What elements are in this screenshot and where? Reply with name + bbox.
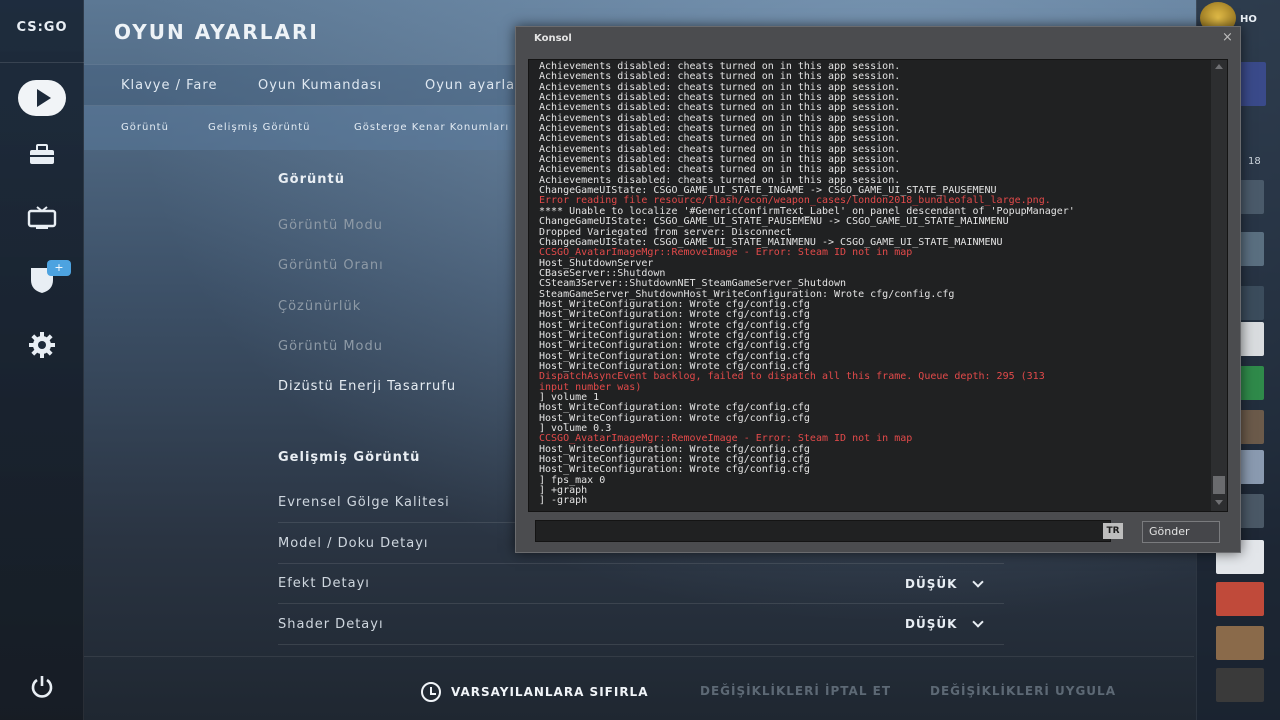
cancel-changes-button[interactable]: DEĞİŞİKLİKLERİ İPTAL ET: [700, 684, 891, 698]
console-line: CCSGO_AvatarImageMgr::RemoveImage - Erro…: [539, 247, 913, 259]
page-title: OYUN AYARLARI: [114, 20, 319, 44]
operation-button[interactable]: +: [17, 258, 71, 300]
console-command-input[interactable]: [535, 520, 1111, 542]
row-divider: [278, 563, 1004, 564]
tv-icon: [27, 206, 57, 229]
setting-resolution[interactable]: Çözünürlük: [278, 299, 361, 314]
send-button[interactable]: Gönder: [1142, 521, 1220, 543]
console-title: Konsol: [534, 33, 572, 44]
console-window[interactable]: Konsol × Achievements disabled: cheats t…: [515, 26, 1241, 553]
setting-shader-detail[interactable]: Shader Detayı: [278, 617, 384, 632]
chevron-down-icon[interactable]: [972, 616, 984, 628]
console-line: ] fps_max 0: [539, 474, 606, 486]
reset-defaults-label: VARSAYILANLARA SIFIRLA: [451, 685, 649, 699]
console-scrollbar[interactable]: [1211, 60, 1227, 511]
apply-changes-button[interactable]: DEĞİŞİKLİKLERİ UYGULA: [930, 684, 1116, 698]
watch-button[interactable]: [17, 197, 67, 239]
year-text: 18: [1248, 156, 1261, 167]
left-nav: CS:GO +: [0, 0, 84, 720]
quit-button[interactable]: [17, 666, 67, 708]
friend-avatar[interactable]: [1216, 668, 1264, 702]
settings-button[interactable]: [17, 324, 67, 366]
console-line: ChangeGameUIState: CSGO_GAME_UI_STATE_PA…: [539, 216, 1009, 228]
scroll-down-icon[interactable]: [1215, 500, 1223, 505]
setting-aspect-ratio[interactable]: Görüntü Oranı: [278, 258, 384, 273]
console-line: CSteam3Server::ShutdownNET_SteamGameServ…: [539, 278, 847, 290]
briefcase-icon: [30, 144, 54, 164]
bottom-action-bar: VARSAYILANLARA SIFIRLA DEĞİŞİKLİKLERİ İP…: [84, 656, 1194, 720]
reset-defaults-button[interactable]: VARSAYILANLARA SIFIRLA: [421, 682, 649, 702]
history-icon: [421, 682, 441, 702]
close-icon[interactable]: ×: [1222, 30, 1233, 45]
scrollbar-thumb[interactable]: [1213, 476, 1225, 494]
setting-global-shadow-quality[interactable]: Evrensel Gölge Kalitesi: [278, 495, 450, 510]
setting-model-texture-detail[interactable]: Model / Doku Detayı: [278, 536, 429, 551]
friend-avatar[interactable]: [1216, 582, 1264, 616]
friend-avatar[interactable]: [1216, 626, 1264, 660]
subtab-advanced-display[interactable]: Gelişmiş Görüntü: [208, 122, 311, 133]
tab-game-settings[interactable]: Oyun ayarla: [425, 78, 515, 93]
subtab-display[interactable]: Görüntü: [121, 122, 169, 133]
chevron-down-icon[interactable]: [972, 576, 984, 588]
console-line: ] +graph: [539, 485, 588, 497]
setting-laptop-power-saving[interactable]: Dizüstü Enerji Tasarrufu: [278, 379, 456, 394]
tab-controller[interactable]: Oyun Kumandası: [258, 78, 382, 93]
section-title-advanced: Gelişmiş Görüntü: [278, 450, 421, 465]
console-line: Host_WriteConfiguration: Wrote cfg/confi…: [539, 412, 810, 424]
app-logo: CS:GO: [16, 20, 68, 35]
effect-detail-value[interactable]: DÜŞÜK: [905, 577, 957, 591]
console-log: Achievements disabled: cheats turned on …: [539, 61, 1211, 507]
gear-icon: [29, 332, 55, 358]
shader-detail-value[interactable]: DÜŞÜK: [905, 617, 957, 631]
scroll-up-icon[interactable]: [1215, 64, 1223, 69]
console-line: ] -graph: [539, 495, 588, 507]
tab-keyboard-mouse[interactable]: Klavye / Fare: [121, 78, 217, 93]
setting-display-mode-2[interactable]: Görüntü Modu: [278, 339, 383, 354]
console-line: input number was): [539, 381, 642, 393]
power-icon: [31, 676, 53, 698]
medal-icon[interactable]: [1238, 62, 1266, 106]
rank-text: HO: [1240, 14, 1257, 25]
inventory-button[interactable]: [17, 134, 67, 176]
play-button[interactable]: [17, 77, 67, 119]
row-divider: [278, 644, 1004, 645]
input-language-indicator: TR: [1103, 523, 1123, 539]
section-title-display: Görüntü: [278, 172, 345, 187]
nav-divider: [0, 62, 84, 63]
setting-display-mode[interactable]: Görüntü Modu: [278, 218, 383, 233]
play-icon: [18, 80, 66, 116]
subtab-hud-edge-positions[interactable]: Gösterge Kenar Konumları: [354, 122, 509, 133]
console-line: Host_WriteConfiguration: Wrote cfg/confi…: [539, 464, 810, 476]
setting-effect-detail[interactable]: Efekt Detayı: [278, 576, 370, 591]
row-divider: [278, 603, 1004, 604]
console-output: Achievements disabled: cheats turned on …: [528, 59, 1228, 512]
new-badge: +: [47, 260, 71, 276]
